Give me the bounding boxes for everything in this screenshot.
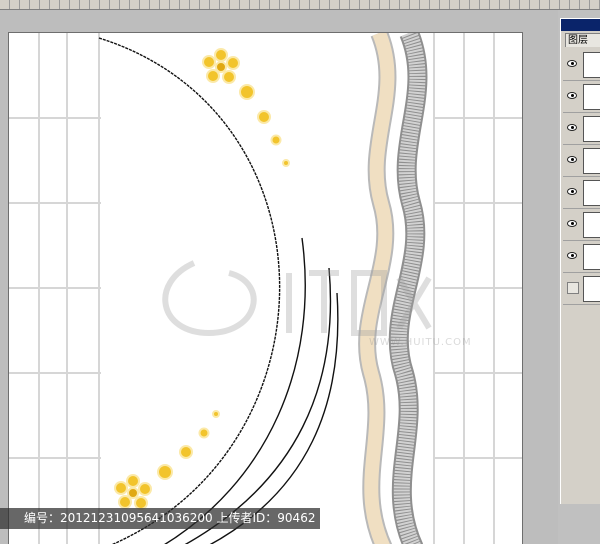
eye-icon[interactable] bbox=[567, 252, 577, 259]
image-canvas[interactable]: WWW.HUITU.COM bbox=[8, 32, 523, 544]
layer-row[interactable] bbox=[563, 241, 600, 273]
layer-row[interactable] bbox=[563, 145, 600, 177]
top-dots bbox=[239, 84, 290, 167]
layer-list bbox=[563, 49, 600, 305]
layer-thumbnail bbox=[583, 276, 600, 302]
layer-thumbnail bbox=[583, 116, 600, 142]
layer-thumbnail bbox=[583, 212, 600, 238]
layer-row[interactable] bbox=[563, 177, 600, 209]
bottom-dots bbox=[157, 410, 220, 480]
watermark-logo bbox=[162, 260, 432, 337]
document-workspace: WWW.HUITU.COM bbox=[0, 10, 558, 544]
top-flower bbox=[202, 48, 240, 84]
layer-row[interactable] bbox=[563, 209, 600, 241]
layers-panel[interactable]: 图层 bbox=[560, 18, 600, 504]
layer-thumbnail bbox=[583, 180, 600, 206]
arc-lines bbox=[98, 37, 339, 544]
layer-row[interactable] bbox=[563, 273, 600, 305]
left-tile-grid bbox=[9, 33, 101, 544]
layer-thumbnail bbox=[583, 244, 600, 270]
tile-pattern-artwork bbox=[9, 33, 522, 544]
top-ruler bbox=[0, 0, 600, 10]
eye-icon[interactable] bbox=[567, 60, 577, 67]
eye-icon[interactable] bbox=[567, 124, 577, 131]
watermark-site-text: WWW.HUITU.COM bbox=[369, 337, 472, 348]
right-tile-grid bbox=[433, 33, 522, 544]
tab-layers[interactable]: 图层 bbox=[565, 33, 600, 47]
eye-icon[interactable] bbox=[567, 188, 577, 195]
layer-thumbnail bbox=[583, 148, 600, 174]
layer-row[interactable] bbox=[563, 81, 600, 113]
panel-title-bar bbox=[561, 19, 600, 31]
eye-icon[interactable] bbox=[567, 92, 577, 99]
watermark-footer: 编号：20121231095641036200 上传者ID：90462 bbox=[0, 508, 320, 529]
layer-thumbnail bbox=[583, 52, 600, 78]
footer-id-text: 编号：20121231095641036200 上传者ID：90462 bbox=[24, 511, 316, 525]
bottom-flower bbox=[114, 474, 152, 510]
layer-thumbnail bbox=[583, 84, 600, 110]
eye-icon[interactable] bbox=[567, 220, 577, 227]
eye-icon[interactable] bbox=[567, 156, 577, 163]
hidden-eye-icon[interactable] bbox=[567, 282, 579, 294]
layer-row[interactable] bbox=[563, 113, 600, 145]
layer-row[interactable] bbox=[563, 49, 600, 81]
